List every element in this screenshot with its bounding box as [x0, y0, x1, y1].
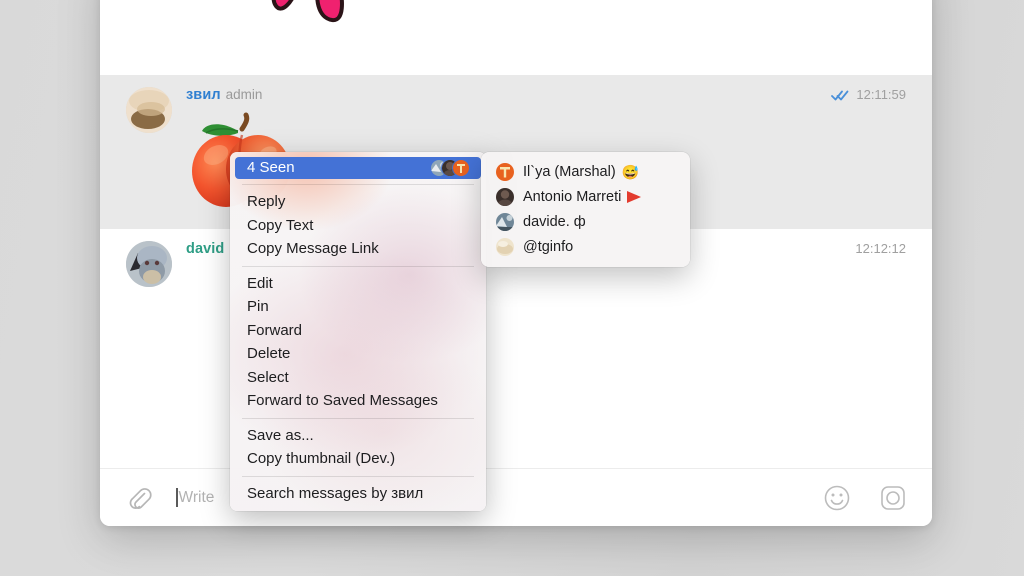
message-context-menu[interactable]: 4 Seen Reply Copy Text Copy Message Link…: [230, 152, 486, 511]
emoji-button[interactable]: [820, 481, 854, 515]
message-author-role: admin: [226, 87, 263, 102]
viewer-avatar: [496, 188, 514, 206]
viewer-badge-flag-icon: [627, 191, 641, 203]
menu-item-pin[interactable]: Pin: [230, 295, 486, 319]
menu-item-label: Edit: [247, 272, 273, 296]
message-author[interactable]: звил: [186, 87, 221, 103]
menu-item-edit[interactable]: Edit: [230, 272, 486, 296]
seen-viewer-row[interactable]: @tginfo: [481, 234, 690, 259]
double-check-icon: [831, 89, 849, 101]
attach-button[interactable]: [122, 481, 156, 515]
camera-button[interactable]: [876, 481, 910, 515]
pink-creature-sticker: [240, 0, 430, 42]
menu-item-label: Select: [247, 366, 289, 390]
avatar-zvil[interactable]: [126, 87, 172, 133]
viewer-avatar: [496, 213, 514, 231]
menu-item-seen[interactable]: 4 Seen: [235, 157, 481, 179]
menu-item-label: Copy Message Link: [247, 237, 379, 261]
menu-item-label: Delete: [247, 342, 290, 366]
menu-separator: [242, 476, 474, 477]
menu-item-delete[interactable]: Delete: [230, 342, 486, 366]
menu-item-save-as[interactable]: Save as...: [230, 424, 486, 448]
menu-item-label: Forward to Saved Messages: [247, 389, 438, 413]
message-composer: Write: [100, 468, 932, 526]
menu-item-copy-message-link[interactable]: Copy Message Link: [230, 237, 486, 261]
viewer-name: davide. ф: [523, 214, 586, 230]
viewer-name: @tginfo: [523, 239, 573, 255]
menu-item-label: Copy Text: [247, 214, 313, 238]
message-header: звил admin: [100, 85, 932, 105]
menu-item-copy-text[interactable]: Copy Text: [230, 214, 486, 238]
message-author[interactable]: david: [186, 241, 224, 257]
message-meta: 12:11:59: [831, 87, 906, 102]
viewer-name: Il`ya (Marshal): [523, 164, 616, 180]
viewer-avatar: [496, 163, 514, 181]
viewer-avatar: [496, 238, 514, 256]
viewer-badge-emoji: 😅: [622, 165, 639, 179]
menu-item-label: Pin: [247, 295, 269, 319]
message-meta: 12:12:12: [855, 241, 906, 256]
menu-item-label: Copy thumbnail (Dev.): [247, 447, 395, 471]
text-caret: [176, 488, 178, 507]
menu-separator: [242, 418, 474, 419]
menu-item-reply[interactable]: Reply: [230, 190, 486, 214]
message-input-placeholder: Write: [179, 489, 215, 507]
menu-item-label: Search messages by звил: [247, 482, 423, 506]
viewer-name: Antonio Marreti: [523, 189, 621, 205]
seen-viewer-row[interactable]: davide. ф: [481, 209, 690, 234]
menu-item-search-messages-by-author[interactable]: Search messages by звил: [230, 482, 486, 506]
menu-item-copy-thumbnail[interactable]: Copy thumbnail (Dev.): [230, 447, 486, 471]
message-timestamp: 12:12:12: [855, 241, 906, 256]
seen-by-submenu[interactable]: Il`ya (Marshal) 😅 Antonio Marreti davide…: [481, 152, 690, 267]
menu-item-forward-to-saved-messages[interactable]: Forward to Saved Messages: [230, 389, 486, 413]
menu-item-label: Forward: [247, 319, 302, 343]
seen-avatars: [431, 160, 469, 176]
paperclip-icon: [126, 485, 152, 511]
seen-viewer-row[interactable]: Antonio Marreti: [481, 184, 690, 209]
menu-item-label: Reply: [247, 190, 285, 214]
menu-item-label: Save as...: [247, 424, 314, 448]
menu-separator: [242, 266, 474, 267]
message-timestamp: 12:11:59: [856, 87, 906, 102]
camera-icon: [879, 484, 907, 512]
menu-item-forward[interactable]: Forward: [230, 319, 486, 343]
seen-avatar-3: [453, 160, 469, 176]
seen-viewer-row[interactable]: Il`ya (Marshal) 😅: [481, 159, 690, 184]
menu-separator: [242, 184, 474, 185]
message-sticker[interactable]: [100, 0, 932, 75]
menu-item-select[interactable]: Select: [230, 366, 486, 390]
menu-item-seen-label: 4 Seen: [247, 157, 295, 179]
avatar-david[interactable]: [126, 241, 172, 287]
smiley-icon: [823, 484, 851, 512]
